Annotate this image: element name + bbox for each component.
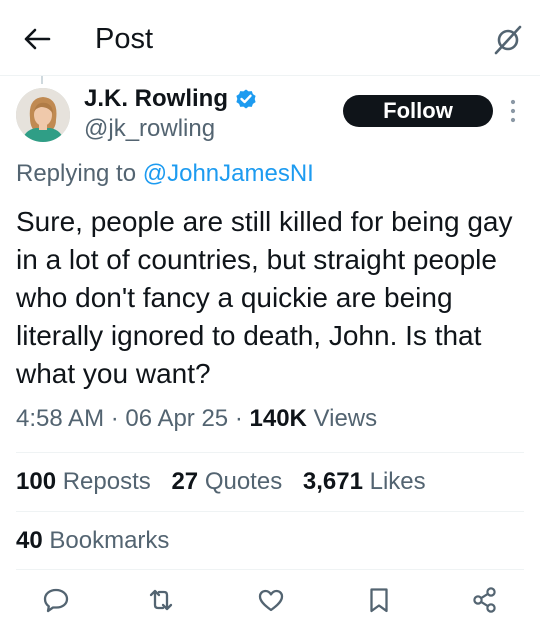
quotes-stat[interactable]: 27 Quotes — [171, 466, 282, 498]
more-options-button[interactable] — [505, 97, 521, 125]
like-icon — [258, 589, 284, 612]
quotes-count: 27 — [171, 468, 199, 495]
meta-separator: · — [110, 405, 119, 432]
replying-to-handle[interactable]: @JohnJamesNI — [143, 160, 314, 187]
reply-button[interactable] — [41, 585, 71, 615]
views-count[interactable]: 140K — [250, 405, 307, 432]
share-icon — [473, 587, 496, 613]
author-name-row[interactable]: J.K. Rowling — [84, 84, 258, 114]
post-text: Sure, people are still killed for being … — [16, 206, 513, 389]
bookmarks-stat[interactable]: 40 Bookmarks — [16, 525, 169, 557]
engagement-stats: 100 Reposts 27 Quotes 3,671 Likes — [16, 466, 440, 498]
verified-badge-icon — [236, 89, 256, 109]
replying-to-label: Replying to — [16, 160, 137, 187]
repost-button[interactable] — [146, 585, 176, 615]
author-handle[interactable]: @jk_rowling — [84, 114, 215, 144]
follow-button[interactable]: Follow — [343, 95, 493, 127]
views-label: Views — [313, 405, 378, 432]
replying-to-line: Replying to @JohnJamesNI — [16, 159, 314, 189]
author-display-name: J.K. Rowling — [84, 85, 228, 112]
share-button[interactable] — [470, 585, 500, 615]
bookmarks-label: Bookmarks — [49, 527, 170, 554]
likes-stat[interactable]: 3,671 Likes — [303, 466, 426, 498]
like-button[interactable] — [256, 585, 286, 615]
divider — [16, 511, 524, 512]
avatar-image — [16, 88, 70, 142]
arrow-left-icon — [24, 28, 51, 50]
reposts-count: 100 — [16, 468, 57, 495]
back-button[interactable] — [20, 22, 54, 56]
likes-count: 3,671 — [302, 468, 363, 495]
thread-connector-line — [41, 76, 43, 84]
reposts-label: Reposts — [62, 468, 151, 495]
repost-icon — [149, 589, 173, 611]
meta-separator: · — [234, 405, 243, 432]
grok-icon — [494, 25, 522, 55]
avatar[interactable] — [16, 88, 70, 142]
reposts-stat[interactable]: 100 Reposts — [16, 466, 151, 498]
divider — [16, 452, 524, 453]
bookmark-button[interactable] — [364, 585, 394, 615]
bookmarks-count: 40 — [16, 527, 43, 554]
post-date[interactable]: 06 Apr 25 — [125, 405, 228, 432]
more-vertical-icon — [510, 99, 516, 123]
quotes-label: Quotes — [204, 468, 283, 495]
top-app-bar: Post — [0, 0, 540, 76]
bookmark-icon — [370, 588, 388, 613]
divider — [16, 569, 524, 570]
post-time[interactable]: 4:58 AM — [16, 405, 104, 432]
post-meta: 4:58 AM · 06 Apr 25 · 140K Views — [16, 403, 377, 435]
grok-button[interactable] — [488, 20, 528, 60]
reply-icon — [43, 588, 69, 613]
likes-label: Likes — [369, 468, 426, 495]
page-title: Post — [95, 23, 154, 55]
